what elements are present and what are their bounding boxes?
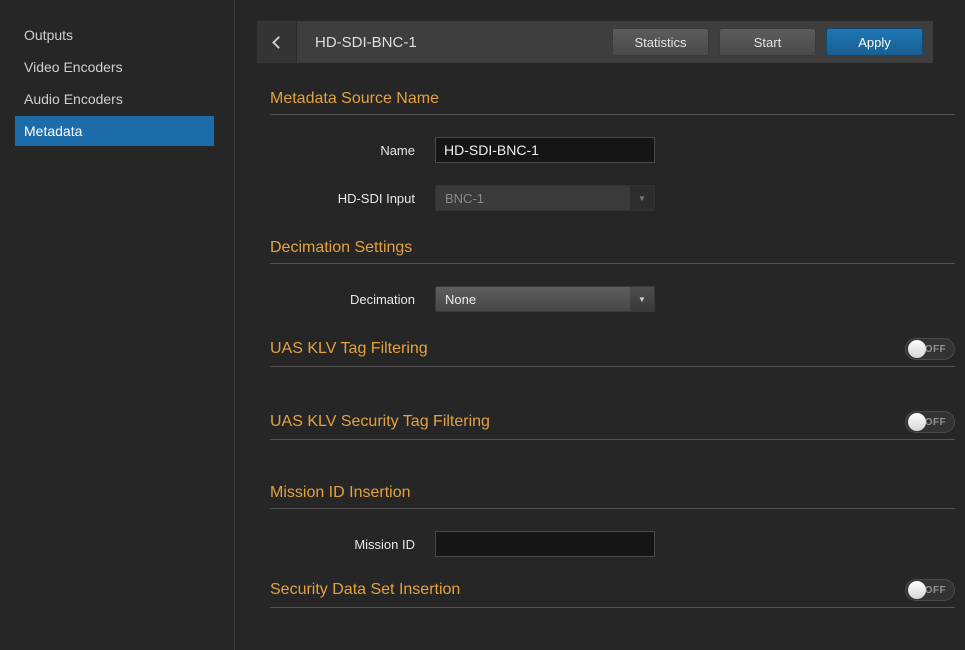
- name-field-row: Name: [270, 137, 955, 163]
- back-button[interactable]: [257, 21, 297, 63]
- hdsdi-input-row: HD-SDI Input BNC-1 ▼: [270, 185, 955, 211]
- section-metadata-source-name: Metadata Source Name: [270, 90, 955, 115]
- toggle-state-label: OFF: [925, 417, 954, 428]
- decimation-label: Decimation: [270, 292, 415, 307]
- name-input[interactable]: [435, 137, 655, 163]
- toggle-state-label: OFF: [925, 585, 954, 596]
- decimation-select[interactable]: None ▼: [435, 286, 655, 312]
- security-data-set-insertion-toggle[interactable]: OFF: [905, 579, 955, 601]
- mission-id-input[interactable]: [435, 531, 655, 557]
- toggle-knob: [908, 340, 926, 358]
- hdsdi-input-selected-value: BNC-1: [436, 191, 630, 206]
- app-window: Outputs Video Encoders Audio Encoders Me…: [0, 0, 965, 650]
- apply-button[interactable]: Apply: [826, 28, 923, 56]
- main-panel: HD-SDI-BNC-1 Statistics Start Apply Meta…: [235, 0, 965, 650]
- section-title-mission-id-insertion: Mission ID Insertion: [270, 484, 411, 502]
- section-decimation-settings: Decimation Settings: [270, 239, 955, 264]
- chevron-down-icon: ▼: [630, 186, 654, 210]
- toggle-knob: [908, 413, 926, 431]
- chevron-down-icon: ▼: [630, 287, 654, 311]
- page-title: HD-SDI-BNC-1: [315, 34, 612, 51]
- sidebar-item-video-encoders[interactable]: Video Encoders: [15, 52, 214, 82]
- panel-header: HD-SDI-BNC-1 Statistics Start Apply: [257, 21, 933, 63]
- sidebar: Outputs Video Encoders Audio Encoders Me…: [0, 0, 235, 650]
- hdsdi-input-select: BNC-1 ▼: [435, 185, 655, 211]
- sidebar-item-audio-encoders[interactable]: Audio Encoders: [15, 84, 214, 114]
- toggle-state-label: OFF: [925, 344, 954, 355]
- section-title-uas-klv-security-tag-filtering: UAS KLV Security Tag Filtering: [270, 413, 490, 431]
- chevron-left-icon: [272, 36, 285, 49]
- section-title-security-data-set-insertion: Security Data Set Insertion: [270, 581, 460, 599]
- statistics-button[interactable]: Statistics: [612, 28, 709, 56]
- hdsdi-input-label: HD-SDI Input: [270, 191, 415, 206]
- sidebar-item-metadata[interactable]: Metadata: [15, 116, 214, 146]
- uas-klv-security-tag-filtering-toggle[interactable]: OFF: [905, 411, 955, 433]
- decimation-selected-value: None: [436, 292, 630, 307]
- uas-klv-tag-filtering-toggle[interactable]: OFF: [905, 338, 955, 360]
- section-mission-id-insertion: Mission ID Insertion: [270, 484, 955, 509]
- name-field-label: Name: [270, 143, 415, 158]
- decimation-row: Decimation None ▼: [270, 286, 955, 312]
- sidebar-item-outputs[interactable]: Outputs: [15, 20, 214, 50]
- section-title-decimation-settings: Decimation Settings: [270, 239, 412, 257]
- section-uas-klv-tag-filtering: UAS KLV Tag Filtering OFF: [270, 338, 955, 367]
- start-button[interactable]: Start: [719, 28, 816, 56]
- toggle-knob: [908, 581, 926, 599]
- content-area: Metadata Source Name Name HD-SDI Input B…: [270, 90, 955, 608]
- section-title-metadata-source-name: Metadata Source Name: [270, 90, 439, 108]
- section-uas-klv-security-tag-filtering: UAS KLV Security Tag Filtering OFF: [270, 411, 955, 440]
- section-security-data-set-insertion: Security Data Set Insertion OFF: [270, 579, 955, 608]
- mission-id-label: Mission ID: [270, 537, 415, 552]
- mission-id-row: Mission ID: [270, 531, 955, 557]
- section-title-uas-klv-tag-filtering: UAS KLV Tag Filtering: [270, 340, 428, 358]
